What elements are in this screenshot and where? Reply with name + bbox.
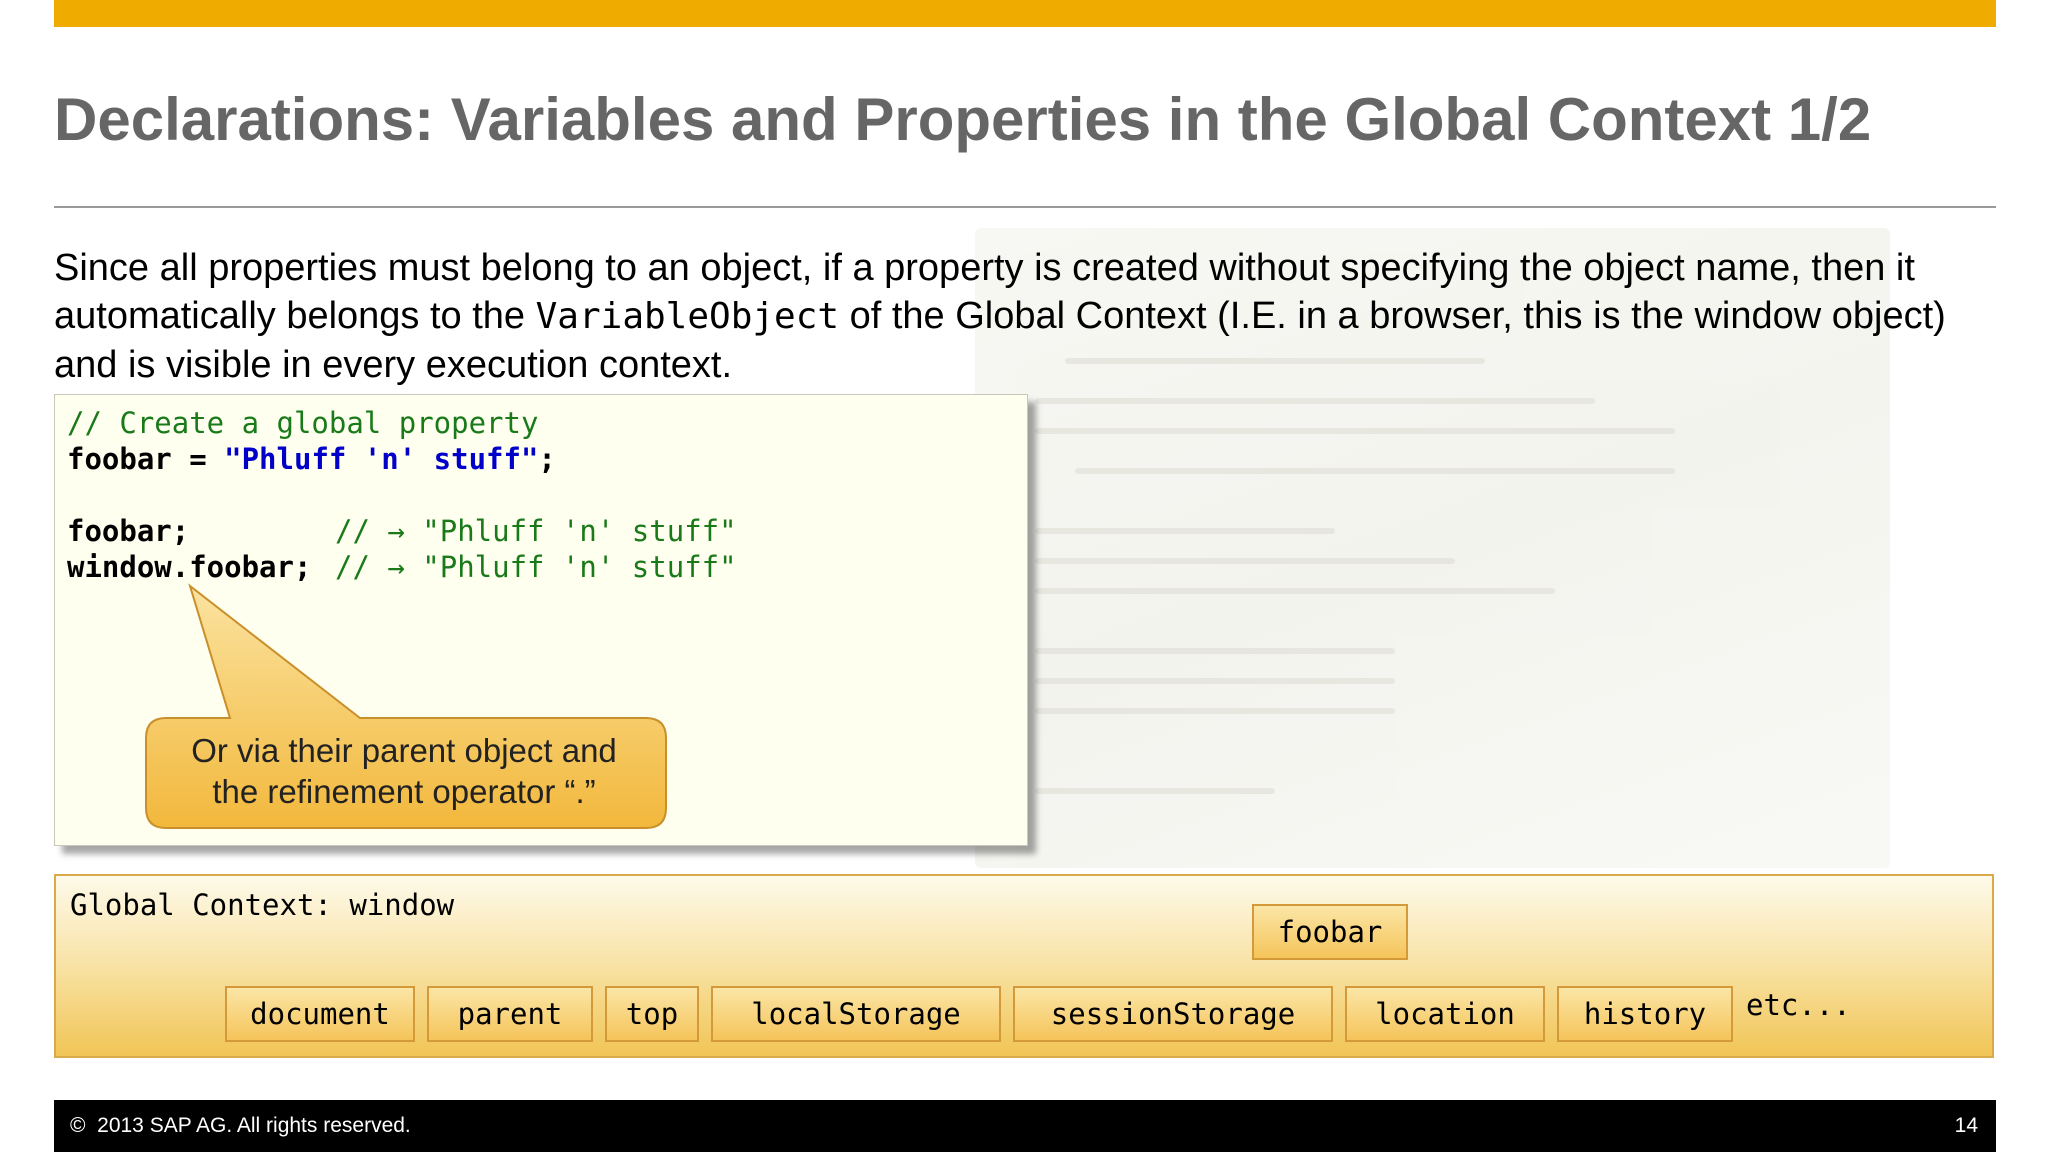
callout-text: Or via their parent object and the refin… — [144, 730, 664, 812]
callout-line-2: the refinement operator “.” — [212, 773, 596, 810]
property-history: history — [1557, 986, 1733, 1042]
copyright-text: © 2013 SAP AG. All rights reserved. — [70, 1114, 411, 1137]
property-sessionstorage: sessionStorage — [1013, 986, 1333, 1042]
property-parent: parent — [427, 986, 593, 1042]
callout-line-1: Or via their parent object and — [191, 732, 617, 769]
page-number: 14 — [1954, 1114, 1978, 1137]
footer-bar: © 2013 SAP AG. All rights reserved. 14 — [54, 1100, 1996, 1152]
property-document: document — [225, 986, 415, 1042]
global-context-panel: Global Context: window foobar document p… — [54, 874, 1994, 1058]
property-top: top — [605, 986, 699, 1042]
property-location: location — [1345, 986, 1545, 1042]
property-foobar: foobar — [1252, 904, 1408, 960]
property-localstorage: localStorage — [711, 986, 1001, 1042]
etc-label: etc... — [1746, 988, 1851, 1022]
global-context-label: Global Context: window — [70, 888, 455, 922]
